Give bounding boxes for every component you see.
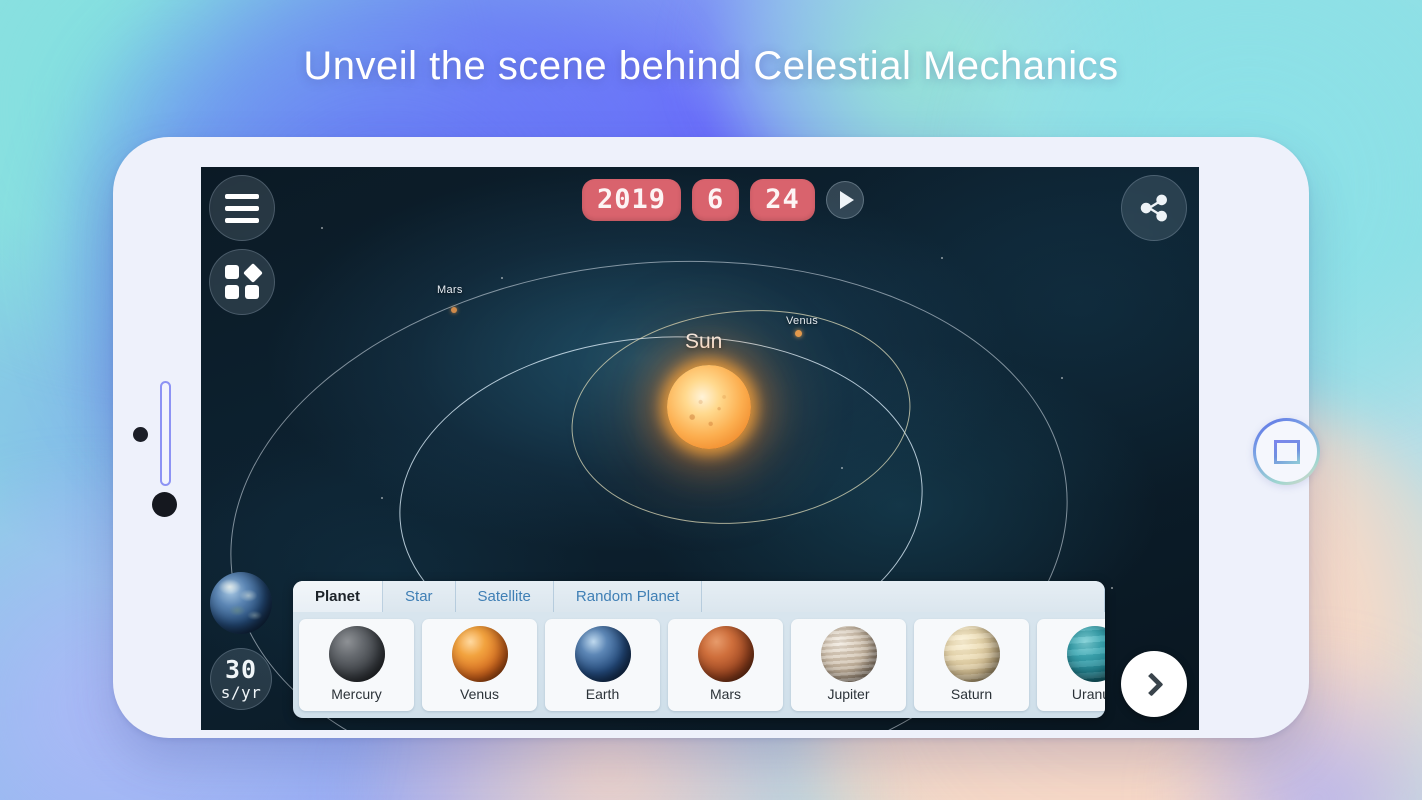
home-button[interactable] [1253, 418, 1320, 485]
picker-tabs: Planet Star Satellite Random Planet [293, 581, 1105, 612]
tab-random-planet[interactable]: Random Planet [554, 581, 703, 612]
planet-card-label: Earth [585, 686, 620, 702]
next-button[interactable] [1121, 651, 1187, 717]
hamburger-menu-icon [225, 193, 259, 223]
planet-card-label: Uranus [1071, 686, 1105, 702]
planet-marker-venus[interactable] [795, 330, 802, 337]
tab-filler [702, 581, 1105, 612]
play-button[interactable] [825, 181, 864, 219]
saturn-globe-icon [943, 626, 1000, 682]
jupiter-globe-icon [820, 626, 877, 682]
date-controls: 2019 6 24 [582, 179, 864, 221]
planet-card-earth[interactable]: Earth [545, 619, 660, 711]
chevron-right-icon [1139, 671, 1164, 697]
planet-label-venus: Venus [786, 315, 819, 327]
planet-card-saturn[interactable]: Saturn [914, 619, 1029, 711]
planet-card-mars[interactable]: Mars [668, 619, 783, 711]
phone-frame: Mars Venus Earth Sun [113, 137, 1309, 738]
planet-card-label: Saturn [950, 686, 993, 702]
earth-globe-button[interactable] [210, 572, 272, 634]
tab-satellite[interactable]: Satellite [456, 581, 554, 612]
layers-button[interactable] [209, 249, 275, 315]
planet-card-uranus[interactable]: Uranus [1037, 619, 1105, 711]
star [501, 277, 503, 279]
planet-card-label: Mercury [331, 686, 382, 702]
planet-card-label: Mars [709, 686, 742, 702]
planet-card-venus[interactable]: Venus [422, 619, 537, 711]
venus-globe-icon [451, 626, 508, 682]
planet-card-jupiter[interactable]: Jupiter [791, 619, 906, 711]
page-title: Unveil the scene behind Celestial Mechan… [303, 44, 1119, 88]
mars-globe-icon [697, 626, 754, 682]
year-field[interactable]: 2019 [582, 179, 682, 221]
menu-button[interactable] [209, 175, 275, 241]
play-icon [839, 191, 854, 209]
tab-planet[interactable]: Planet [293, 581, 384, 612]
share-icon [1140, 194, 1167, 222]
speed-value: 30 [224, 655, 258, 684]
planet-card-list: Mercury Venus Earth Mars Jupiter Saturn … [293, 612, 1105, 717]
planet-card-mercury[interactable]: Mercury [299, 619, 414, 711]
star [321, 227, 323, 229]
grid-apps-icon [225, 263, 263, 299]
volume-bar[interactable] [160, 381, 171, 486]
phone-screen: Mars Venus Earth Sun [201, 167, 1199, 730]
sun-body[interactable] [667, 365, 751, 449]
home-square-icon [1273, 439, 1300, 464]
share-button[interactable] [1121, 175, 1187, 241]
earth-globe-icon [574, 626, 631, 682]
planet-label-mars: Mars [437, 284, 463, 296]
planet-card-label: Venus [460, 686, 499, 702]
bezel-dot-large [152, 492, 177, 517]
uranus-globe-icon [1066, 626, 1105, 682]
star [941, 257, 943, 259]
mercury-globe-icon [328, 626, 385, 682]
bezel-dot-small [133, 427, 148, 442]
speed-button[interactable]: 30 s/yr [210, 648, 272, 710]
planet-marker-mars[interactable] [451, 307, 457, 313]
planet-card-label: Jupiter [827, 686, 870, 702]
sun-label: Sun [685, 330, 723, 353]
tab-star[interactable]: Star [383, 581, 456, 612]
star [1111, 587, 1113, 589]
month-field[interactable]: 6 [692, 179, 740, 221]
speed-unit: s/yr [220, 683, 262, 702]
object-picker-panel: Planet Star Satellite Random Planet Merc… [293, 581, 1105, 718]
star [1061, 377, 1063, 379]
screenshot-root: Unveil the scene behind Celestial Mechan… [0, 0, 1422, 800]
day-field[interactable]: 24 [750, 179, 815, 221]
